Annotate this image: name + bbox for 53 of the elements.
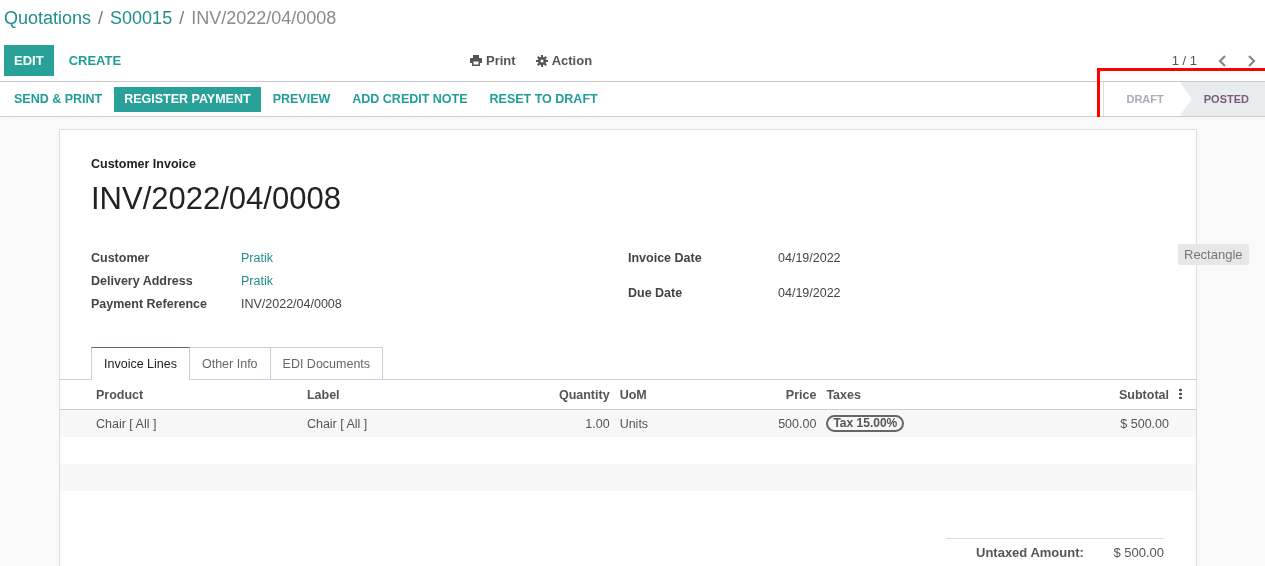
table-cell: Units bbox=[614, 409, 707, 437]
table-cell: 500.00 bbox=[706, 409, 822, 437]
next-button[interactable] bbox=[1245, 53, 1257, 68]
column-header: Taxes bbox=[821, 380, 1031, 410]
column-header: UoM bbox=[614, 380, 707, 410]
invoice-number: INV/2022/04/0008 bbox=[91, 181, 342, 217]
annotation-label: Rectangle bbox=[1178, 244, 1249, 265]
field-value: 04/19/2022 bbox=[778, 251, 842, 267]
tab[interactable]: Invoice Lines bbox=[91, 347, 190, 380]
column-header: Quantity bbox=[469, 380, 615, 410]
table-cell: Chair [ All ] bbox=[60, 409, 302, 437]
column-header: Price bbox=[706, 380, 822, 410]
tax-tag: Tax 15.00% bbox=[826, 415, 905, 432]
create-button[interactable]: CREATE bbox=[58, 45, 132, 76]
print-menu[interactable]: Print bbox=[470, 53, 516, 68]
edit-button[interactable]: EDIT bbox=[4, 45, 54, 76]
breadcrumb-separator: / bbox=[179, 8, 185, 30]
table-cell: $ 500.00 bbox=[1030, 409, 1174, 437]
action-button[interactable]: ADD CREDIT NOTE bbox=[342, 86, 478, 112]
field-value: 04/19/2022 bbox=[778, 285, 842, 302]
field-label: Invoice Date bbox=[628, 251, 703, 267]
action-button[interactable]: PREVIEW bbox=[262, 86, 341, 112]
breadcrumb-link[interactable]: S00015 bbox=[110, 8, 173, 36]
gear-icon bbox=[535, 54, 548, 67]
table-cell: 1.00 bbox=[469, 409, 615, 437]
kebab-menu-icon[interactable] bbox=[1179, 387, 1182, 399]
column-header: Subtotal bbox=[1030, 380, 1174, 410]
pager-counter: 1 / 1 bbox=[1171, 53, 1197, 68]
field-link[interactable]: Pratik bbox=[241, 251, 628, 265]
document-type: Customer Invoice bbox=[91, 157, 197, 171]
breadcrumb-separator: / bbox=[98, 8, 104, 30]
field-link[interactable]: Pratik bbox=[241, 274, 628, 288]
field-label: Delivery Address bbox=[91, 274, 194, 288]
field-label: Payment Reference bbox=[91, 297, 209, 311]
action-button[interactable]: SEND & PRINT bbox=[4, 86, 113, 112]
field-label: Customer bbox=[91, 251, 151, 265]
status-stage[interactable]: DRAFT bbox=[1104, 82, 1180, 116]
table-cell: Chair [ All ] bbox=[301, 409, 470, 437]
total-value: $ 500.00 bbox=[1113, 545, 1164, 560]
action-button[interactable]: RESET TO DRAFT bbox=[479, 86, 608, 112]
status-stage[interactable]: POSTED bbox=[1179, 82, 1265, 116]
breadcrumb-link[interactable]: Quotations bbox=[4, 8, 92, 36]
printer-icon bbox=[470, 55, 482, 66]
total-label: Untaxed Amount: bbox=[976, 545, 1084, 560]
column-header: Product bbox=[60, 380, 302, 410]
column-header: Label bbox=[301, 380, 470, 410]
field-label: Due Date bbox=[628, 285, 684, 302]
action-button[interactable]: REGISTER PAYMENT bbox=[114, 86, 261, 112]
breadcrumb-current: INV/2022/04/0008 bbox=[191, 8, 337, 30]
field-value: INV/2022/04/0008 bbox=[241, 297, 343, 311]
action-menu[interactable]: Action bbox=[535, 53, 593, 68]
tab[interactable]: EDI Documents bbox=[269, 347, 384, 380]
previous-button[interactable] bbox=[1217, 53, 1229, 68]
